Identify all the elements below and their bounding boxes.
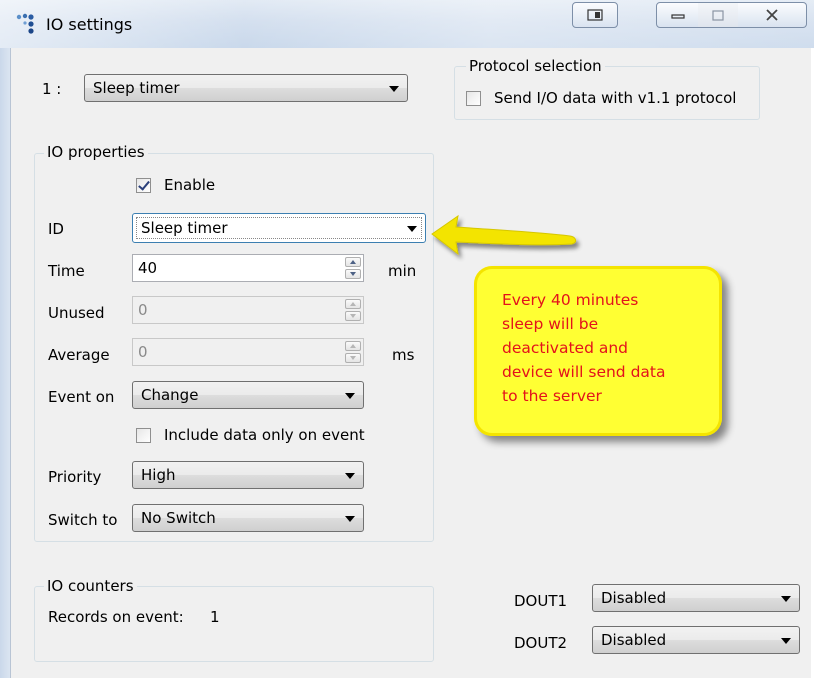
spin-down-icon [345, 353, 361, 363]
enable-checkbox[interactable] [136, 178, 151, 193]
enable-label[interactable]: Enable [164, 176, 215, 194]
average-value: 0 [138, 343, 148, 361]
protocol-selection-legend: Protocol selection [466, 57, 605, 75]
annotation-line: Every 40 minutes [502, 291, 639, 309]
app-dots-icon [16, 13, 34, 34]
event-on-dropdown[interactable]: Change [132, 381, 364, 409]
close-icon [766, 9, 778, 21]
id-value: Sleep timer [141, 219, 228, 237]
time-unit: min [388, 262, 417, 280]
priority-label: Priority [48, 468, 102, 486]
include-data-checkbox[interactable] [136, 428, 151, 443]
priority-value: High [141, 466, 176, 484]
annotation-line: to the server [502, 387, 602, 405]
minimize-icon [671, 14, 685, 19]
window-title: IO settings [46, 15, 133, 34]
restore-icon [587, 9, 603, 21]
average-unit: ms [392, 346, 415, 364]
close-button[interactable] [738, 2, 807, 28]
switch-to-value: No Switch [141, 509, 216, 527]
dout1-dropdown[interactable]: Disabled [592, 584, 800, 612]
dout1-label: DOUT1 [514, 592, 568, 610]
average-label: Average [48, 346, 110, 364]
spin-up-icon [345, 299, 361, 309]
io-select-value: Sleep timer [93, 79, 180, 97]
io-select-dropdown[interactable]: Sleep timer [84, 74, 408, 102]
unused-value: 0 [138, 301, 148, 319]
spin-up-icon[interactable] [345, 257, 361, 267]
chevron-down-icon [407, 226, 417, 232]
time-spinner[interactable]: 40 [132, 254, 364, 282]
annotation-line: sleep will be [502, 315, 599, 333]
annotation-line: deactivated and [502, 339, 628, 357]
dout1-value: Disabled [601, 589, 667, 607]
records-on-event-value: 1 [210, 608, 220, 626]
time-label: Time [48, 262, 85, 280]
maximize-icon [712, 9, 724, 21]
priority-dropdown[interactable]: High [132, 461, 364, 489]
annotation-arrow-icon [431, 214, 577, 256]
annotation-text: Every 40 minutes sleep will be deactivat… [502, 288, 722, 408]
event-on-label: Event on [48, 388, 115, 406]
id-dropdown[interactable]: Sleep timer [132, 213, 426, 243]
maximize-button[interactable] [698, 2, 739, 28]
switch-to-dropdown[interactable]: No Switch [132, 504, 364, 532]
chevron-down-icon [781, 638, 791, 644]
unused-spinner[interactable]: 0 [132, 296, 364, 324]
minimize-button[interactable] [656, 2, 700, 28]
protocol-v11-label[interactable]: Send I/O data with v1.1 protocol [494, 89, 736, 107]
window-frame-left [0, 48, 10, 678]
average-spinner[interactable]: 0 [132, 338, 364, 366]
dout2-label: DOUT2 [514, 634, 568, 652]
restore-button[interactable] [572, 2, 618, 28]
chevron-down-icon [345, 393, 355, 399]
protocol-v11-checkbox[interactable] [466, 91, 481, 106]
spin-up-icon [345, 341, 361, 351]
switch-to-label: Switch to [48, 511, 118, 529]
dout2-dropdown[interactable]: Disabled [592, 626, 800, 654]
chevron-down-icon [781, 596, 791, 602]
io-counters-legend: IO counters [44, 577, 137, 595]
id-label: ID [48, 220, 64, 238]
time-value: 40 [138, 259, 158, 277]
unused-label: Unused [48, 304, 105, 322]
chevron-down-icon [345, 473, 355, 479]
chevron-down-icon [345, 516, 355, 522]
include-data-label[interactable]: Include data only on event [164, 426, 365, 444]
io-properties-legend: IO properties [44, 143, 148, 161]
io-index-label: 1 : [42, 80, 62, 98]
event-on-value: Change [141, 386, 199, 404]
dout2-value: Disabled [601, 631, 667, 649]
title-bar[interactable]: IO settings [0, 0, 814, 48]
annotation-line: device will send data [502, 363, 666, 381]
annotation-callout: Every 40 minutes sleep will be deactivat… [474, 266, 722, 436]
records-on-event-label: Records on event: [48, 608, 184, 626]
spin-down-icon[interactable] [345, 269, 361, 279]
chevron-down-icon [389, 86, 399, 92]
spin-down-icon [345, 311, 361, 321]
